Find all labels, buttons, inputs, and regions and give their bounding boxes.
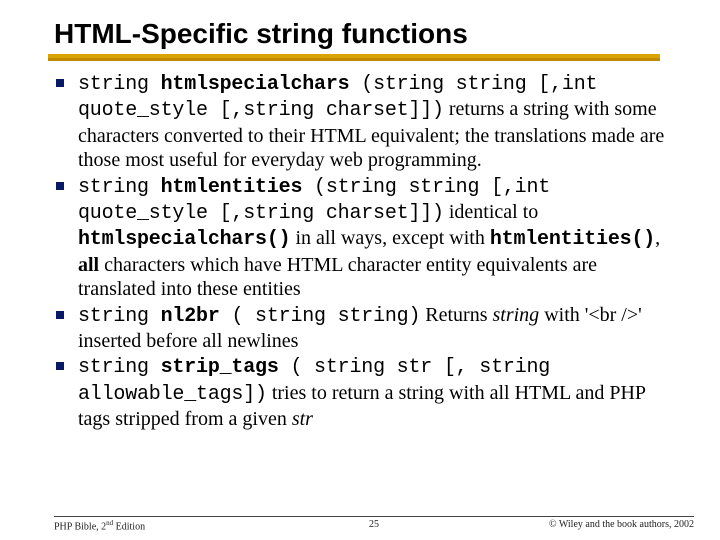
title-rule [48, 54, 660, 61]
bullet-list: string htmlspecialchars (string string [… [54, 71, 694, 431]
list-item: string htmlspecialchars (string string [… [54, 71, 678, 173]
list-item: string htmlentities (string string [,int… [54, 174, 678, 302]
sig-suffix: ( string string) [220, 305, 421, 328]
footer: PHP Bible, 2nd Edition 25 © Wiley and th… [54, 516, 694, 532]
list-item: string nl2br ( string string) Returns st… [54, 303, 678, 354]
desc: identical to [444, 201, 538, 223]
sig-name: nl2br [161, 305, 220, 328]
desc-extra: htmlspecialchars() in all ways, except w… [78, 227, 660, 300]
footer-page-number: 25 [54, 519, 694, 530]
sig-prefix: string [78, 176, 161, 199]
desc: Returns [420, 304, 492, 326]
list-item: string strip_tags ( string str [, string… [54, 354, 678, 431]
sig-prefix: string [78, 356, 161, 379]
sig-name: strip_tags [161, 356, 279, 379]
sig-prefix: string [78, 305, 161, 328]
slide-title: HTML-Specific string functions [54, 18, 694, 50]
desc-extra: str [292, 408, 313, 430]
sig-prefix: string [78, 73, 161, 96]
sig-name: htmlentities [161, 176, 303, 199]
sig-name: htmlspecialchars [161, 73, 350, 96]
slide: HTML-Specific string functions string ht… [0, 0, 720, 431]
